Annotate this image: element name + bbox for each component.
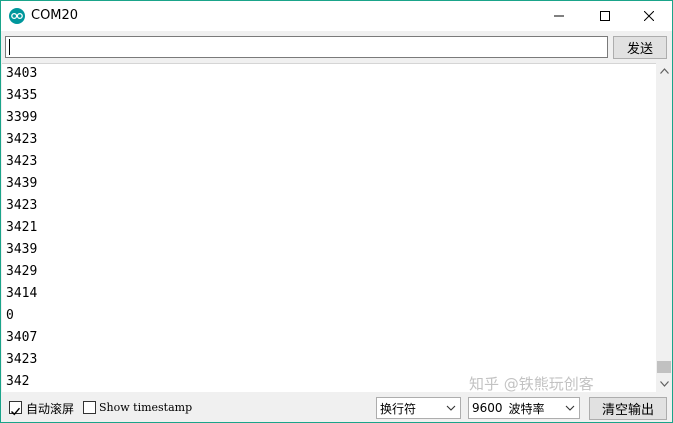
close-icon <box>644 11 654 21</box>
chevron-down-icon <box>446 405 456 411</box>
vertical-scrollbar[interactable] <box>656 63 672 392</box>
output-line: 0 <box>6 308 14 323</box>
minimize-button[interactable] <box>536 1 582 31</box>
maximize-icon <box>600 11 610 21</box>
title-bar: COM20 <box>1 1 672 31</box>
close-button[interactable] <box>626 1 672 31</box>
scroll-down-button[interactable] <box>656 376 672 392</box>
send-row: 发送 <box>1 31 672 63</box>
output-line: 3407 <box>6 330 38 345</box>
clear-output-button[interactable]: 清空输出 <box>589 397 667 420</box>
output-line: 3439 <box>6 242 38 257</box>
chevron-up-icon <box>659 68 669 74</box>
output-line: 3403 <box>6 66 38 81</box>
output-line: 3423 <box>6 154 38 169</box>
autoscroll-label: 自动滚屏 <box>26 402 75 416</box>
output-line: 3421 <box>6 220 38 235</box>
timestamp-label: Show timestamp <box>99 401 193 414</box>
line-ending-select[interactable]: 换行符 <box>376 397 461 419</box>
baud-rate-value: 9600 <box>472 401 503 415</box>
output-line: 3429 <box>6 264 38 279</box>
scroll-up-button[interactable] <box>656 63 672 79</box>
text-caret <box>9 39 10 55</box>
output-line: 3423 <box>6 198 38 213</box>
timestamp-checkbox[interactable] <box>83 401 96 414</box>
status-bar: 自动滚屏 Show timestamp 换行符 9600 波特率 清空输出 <box>1 392 672 422</box>
output-line: 342 <box>6 374 30 389</box>
line-ending-value: 换行符 <box>380 401 417 416</box>
output-line: 3399 <box>6 110 38 125</box>
baud-rate-select[interactable]: 9600 波特率 <box>468 397 580 419</box>
output-line: 3414 <box>6 286 38 301</box>
output-line: 3435 <box>6 88 38 103</box>
serial-monitor-window: COM20 发送 3403 3435 3399 3423 3423 3439 3423 342… <box>0 0 673 423</box>
checkmark-icon <box>11 407 21 416</box>
autoscroll-checkbox[interactable] <box>9 401 22 416</box>
scroll-thumb[interactable] <box>657 361 671 373</box>
send-input[interactable] <box>5 36 608 58</box>
arduino-icon <box>9 8 25 24</box>
chevron-down-icon <box>659 381 669 387</box>
send-button[interactable]: 发送 <box>613 36 667 59</box>
maximize-button[interactable] <box>582 1 628 31</box>
serial-output[interactable]: 3403 3435 3399 3423 3423 3439 3423 3421 3439 3429… <box>2 63 656 392</box>
chevron-down-icon <box>565 405 575 411</box>
baud-rate-unit: 波特率 <box>508 401 545 416</box>
window-title: COM20 <box>31 8 79 23</box>
output-line: 3439 <box>6 176 38 191</box>
output-line: 3423 <box>6 352 38 367</box>
output-line: 3423 <box>6 132 38 147</box>
minimize-icon <box>554 15 564 17</box>
